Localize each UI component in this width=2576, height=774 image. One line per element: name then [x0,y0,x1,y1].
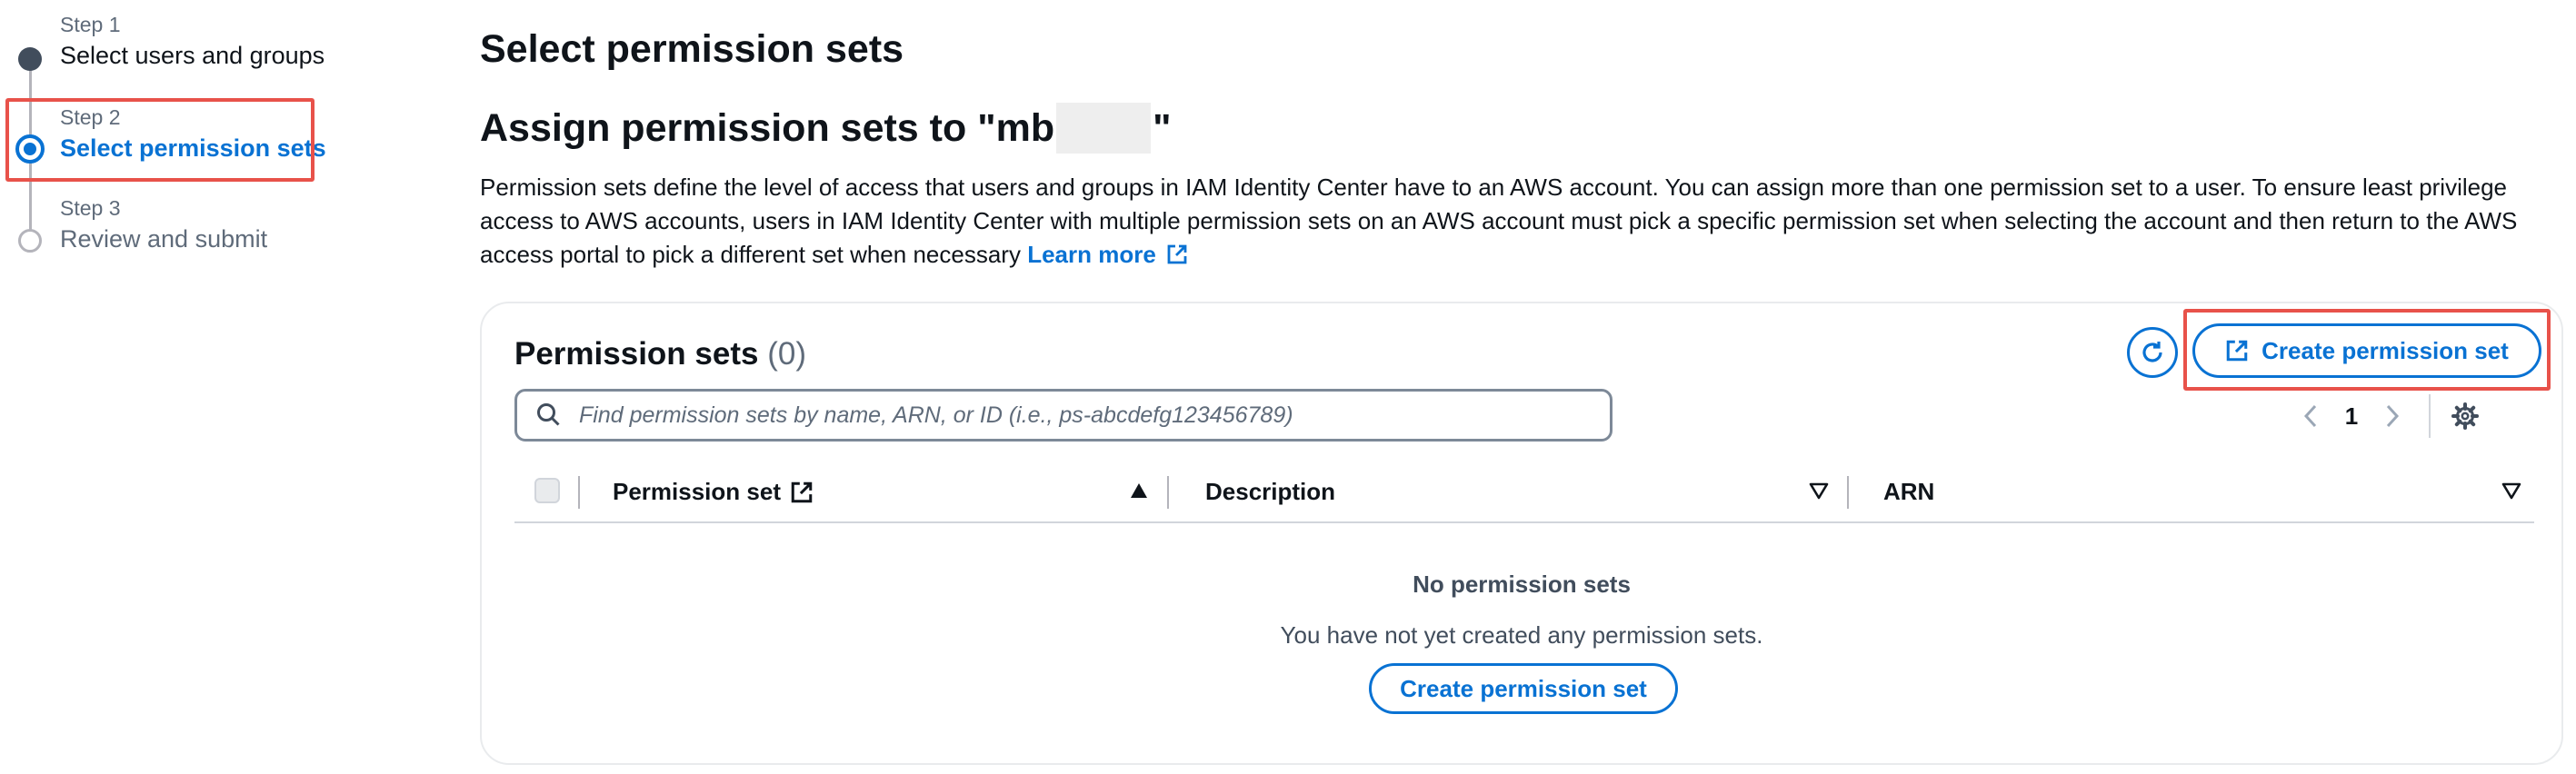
table-title: Permission sets [514,336,759,372]
permission-sets-table-container: Permission sets (0) Create permission se… [480,302,2563,765]
empty-state-message: You have not yet created any permission … [1280,621,1763,649]
column-divider [1847,476,1849,509]
empty-state-title: No permission sets [1413,571,1631,598]
refresh-button[interactable] [2127,327,2178,378]
current-page-number[interactable]: 1 [2329,402,2374,431]
preferences-button[interactable] [2447,398,2483,434]
assign-heading-prefix: Assign permission sets to "mb [480,105,1055,150]
pager-divider [2429,394,2431,438]
sort-icon[interactable] [2501,481,2521,500]
next-page-button[interactable] [2374,398,2411,434]
column-header-description[interactable]: Description [1205,478,1335,506]
step-pending-icon [18,229,42,253]
column-header-permission-set[interactable]: Permission set [613,478,814,506]
create-permission-set-button[interactable]: Create permission set [2192,323,2541,378]
refresh-icon [2142,342,2162,362]
search-input[interactable] [577,401,1581,430]
assign-heading-suffix: " [1153,105,1172,150]
step-3-label: Step 3 [60,196,121,220]
sort-icon[interactable] [1809,481,1829,500]
search-field[interactable] [514,389,1612,442]
empty-state-create-label: Create permission set [1400,674,1647,702]
step-2-highlight [5,98,315,182]
step-3-title: Review and submit [60,225,268,253]
table-header-title: Permission sets (0) [514,336,806,372]
page-description: Permission sets define the level of acce… [480,171,2571,272]
description-text: Permission sets define the level of acce… [480,174,2518,268]
gear-icon [2451,402,2479,430]
column-header-arn[interactable]: ARN [1883,478,1934,506]
previous-page-button[interactable] [2292,398,2329,434]
external-link-icon [791,481,813,502]
learn-more-link[interactable]: Learn more [1027,241,1188,268]
create-permission-set-label: Create permission set [2261,336,2509,364]
chevron-right-icon [2386,404,2400,428]
wizard-steps: Step 1 Select users and groups Step 2 Se… [0,0,400,774]
external-link-icon [2226,340,2248,362]
empty-state-create-button[interactable]: Create permission set [1369,663,1678,714]
external-link-icon [1167,244,1187,264]
pagination: 1 [2292,391,2483,442]
page-title: Select permission sets [480,27,904,71]
column-divider [1167,476,1169,509]
column-header-description-label: Description [1205,478,1336,505]
redacted-username [1056,103,1152,154]
column-header-permission-set-label: Permission set [613,478,781,505]
step-1-label: Step 1 [60,13,121,36]
column-divider [578,476,580,509]
step-1-title[interactable]: Select users and groups [60,42,324,70]
select-all-checkbox [534,478,560,503]
chevron-left-icon [2303,404,2317,428]
sort-ascending-icon[interactable] [1129,481,1149,500]
step-complete-icon [18,47,42,71]
table-header-row: Permission set Description ARN [514,460,2534,523]
column-header-arn-label: ARN [1883,478,1935,505]
assign-heading: Assign permission sets to "mb " [480,103,1171,154]
search-icon [537,403,560,426]
learn-more-label: Learn more [1027,241,1156,268]
table-count: (0) [767,336,806,372]
